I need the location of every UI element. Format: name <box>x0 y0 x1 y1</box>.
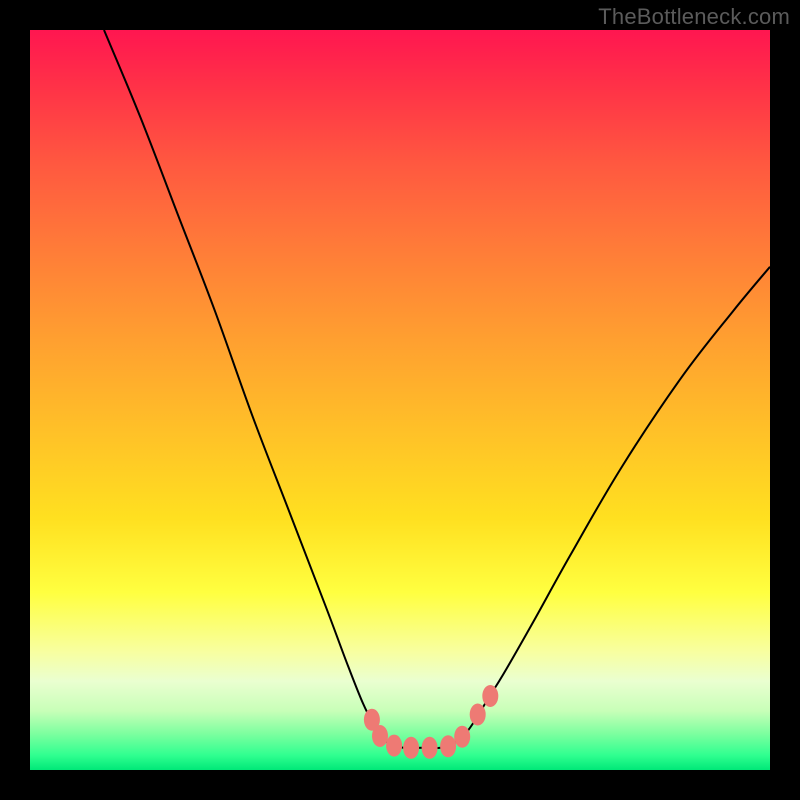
curve-marker <box>482 685 498 707</box>
curve-marker <box>403 737 419 759</box>
curve-marker <box>454 726 470 748</box>
curve-marker <box>386 735 402 757</box>
curve-svg <box>30 30 770 770</box>
chart-frame: TheBottleneck.com <box>0 0 800 800</box>
curve-marker <box>422 737 438 759</box>
curve-marker <box>470 704 486 726</box>
bottleneck-curve <box>104 30 770 748</box>
watermark-text: TheBottleneck.com <box>598 4 790 30</box>
curve-marker <box>440 735 456 757</box>
marker-group <box>364 685 498 759</box>
plot-area <box>30 30 770 770</box>
curve-marker <box>372 725 388 747</box>
